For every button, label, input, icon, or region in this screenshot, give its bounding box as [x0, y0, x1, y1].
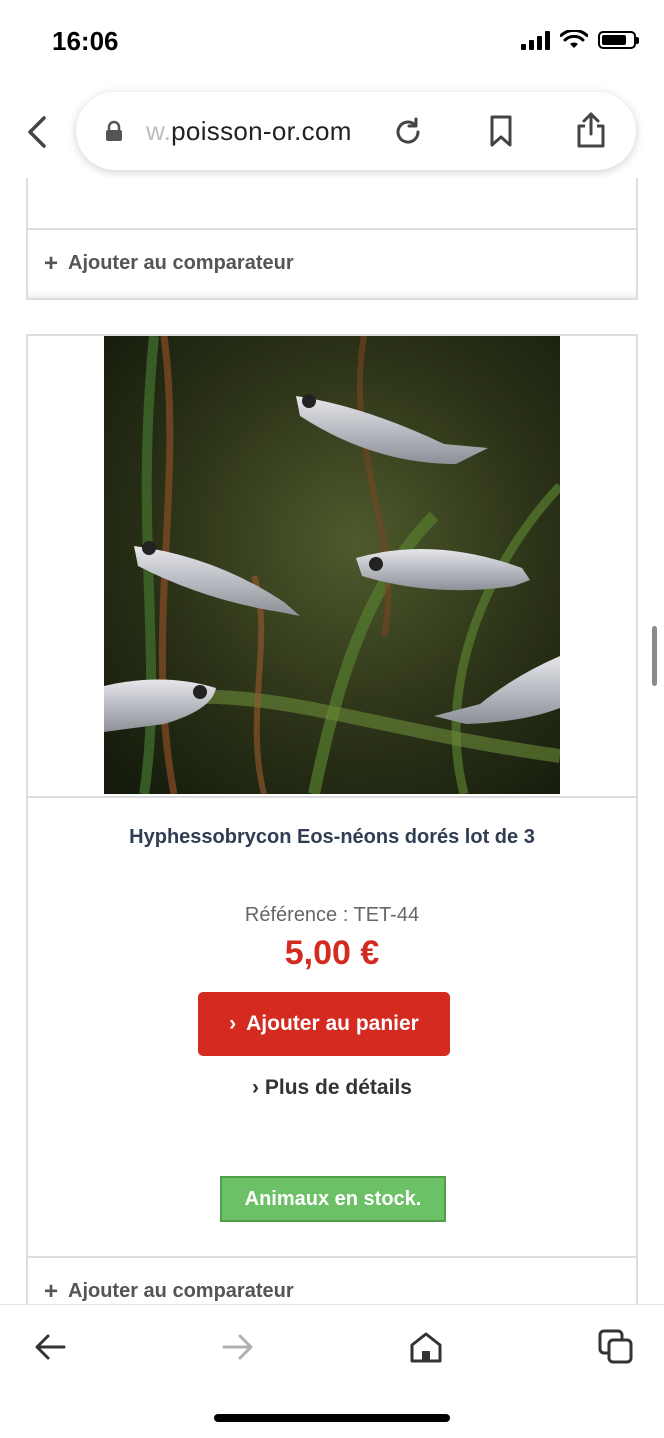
chevron-right-icon: ›: [252, 1076, 265, 1099]
add-to-cart-label: Ajouter au panier: [246, 1012, 419, 1035]
home-icon[interactable]: [406, 1327, 446, 1367]
product-price: 5,00 €: [284, 934, 380, 972]
more-details-link[interactable]: › Plus de détails: [28, 1076, 636, 1100]
status-bar: 16:06: [0, 0, 664, 85]
more-details-label: Plus de détails: [264, 1076, 412, 1099]
status-icons: [521, 30, 639, 50]
signal-icon: [521, 30, 550, 50]
chevron-right-icon: ›: [229, 1012, 237, 1035]
product-card: Hyphessobrycon Eos-néons dorés lot de 3 …: [26, 334, 638, 1258]
page-content: + Ajouter au comparateur Hyphessobrycon …: [0, 178, 664, 1304]
share-icon[interactable]: [574, 110, 608, 150]
stock-badge: Animaux en stock.: [220, 1176, 446, 1222]
battery-icon: [598, 31, 639, 49]
fish-photo: [104, 336, 560, 794]
reload-icon[interactable]: [392, 116, 424, 148]
tabs-icon[interactable]: [596, 1327, 636, 1367]
plus-icon: +: [44, 1278, 59, 1304]
wifi-icon: [560, 30, 588, 48]
url-text[interactable]: w.poisson-or.com: [146, 116, 352, 147]
compare-link-previous[interactable]: + Ajouter au comparateur: [26, 228, 638, 300]
product-image-frame: [28, 336, 636, 798]
scrollbar[interactable]: [652, 626, 657, 686]
compare-label: Ajouter au comparateur: [68, 252, 294, 274]
product-image[interactable]: [104, 336, 560, 794]
bookmark-icon[interactable]: [486, 114, 516, 148]
product-title[interactable]: Hyphessobrycon Eos-néons dorés lot de 3: [28, 826, 636, 849]
address-bar[interactable]: w.poisson-or.com: [76, 92, 636, 170]
browser-back-icon[interactable]: [22, 112, 54, 152]
back-arrow-icon[interactable]: [30, 1327, 70, 1367]
url-prefix: w.: [146, 116, 172, 146]
url-domain: poisson-or.com: [171, 116, 352, 146]
add-to-cart-button[interactable]: › Ajouter au panier: [198, 992, 450, 1056]
lock-icon: [106, 120, 122, 141]
compare-label: Ajouter au comparateur: [68, 1280, 294, 1302]
plus-icon: +: [44, 250, 59, 277]
home-indicator[interactable]: [214, 1414, 450, 1422]
compare-link[interactable]: + Ajouter au comparateur: [26, 1256, 638, 1304]
product-reference: Référence : TET-44: [244, 904, 420, 926]
forward-arrow-icon[interactable]: [218, 1327, 258, 1367]
status-time: 16:06: [52, 26, 119, 56]
